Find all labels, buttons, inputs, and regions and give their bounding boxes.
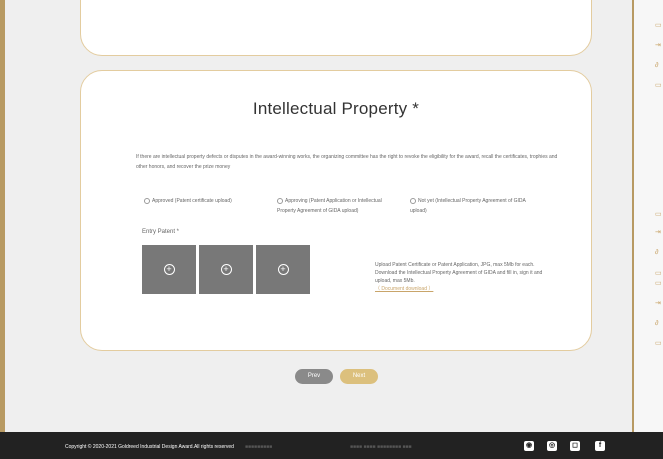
upload-box-3[interactable]: +: [256, 245, 310, 294]
rail-arrow-icon-3[interactable]: ⇥: [655, 300, 663, 308]
upload-instructions: Upload Patent Certificate or Patent Appl…: [375, 261, 545, 293]
rail-link-icon-3[interactable]: ∂: [655, 320, 663, 328]
radio-icon[interactable]: [144, 197, 150, 204]
radio-icon[interactable]: [410, 197, 416, 204]
rail-bookmark-icon-3[interactable]: ▭: [655, 280, 663, 288]
footer: Copyright © 2020-2021 Goldreed Industria…: [0, 432, 663, 459]
intellectual-property-card: Intellectual Property * If there are int…: [80, 70, 592, 351]
footer-faded-links[interactable]: ■■■■ ■■■■ ■■■■■■■■ ■■■: [350, 444, 412, 450]
entry-patent-label: Entry Patent *: [142, 229, 180, 235]
option-approving-label: Approving (Patent Application or Intelle…: [277, 198, 382, 214]
rail-arrow-icon-2[interactable]: ⇥: [655, 229, 663, 237]
rail-external-icon[interactable]: ▭: [655, 82, 663, 90]
plus-circle-icon: +: [220, 264, 232, 275]
radio-icon[interactable]: [277, 197, 283, 204]
option-not-yet[interactable]: Not yet (Intellectual Property Agreement…: [410, 196, 528, 216]
rail-arrow-icon[interactable]: ⇥: [655, 42, 663, 50]
rail-bookmark-icon-2[interactable]: ▭: [655, 211, 663, 219]
rail-bookmark-icon[interactable]: ▭: [655, 22, 663, 30]
upload-box-1[interactable]: +: [142, 245, 196, 294]
left-frame-border: [0, 0, 5, 432]
plus-circle-icon: +: [163, 264, 175, 275]
option-approving[interactable]: Approving (Patent Application or Intelle…: [277, 196, 397, 216]
upload-info-2: Download the Intellectual Property Agree…: [375, 270, 543, 284]
footer-faded-text: ■■■■■■■■■: [245, 444, 273, 450]
instagram-icon[interactable]: ◻: [570, 441, 580, 451]
rail-link-icon-2[interactable]: ∂: [655, 249, 663, 257]
facebook-icon[interactable]: f: [595, 441, 605, 451]
option-approved[interactable]: Approved (Patent certificate upload): [144, 196, 264, 206]
rail-external-icon-2[interactable]: ▭: [655, 270, 663, 278]
section-description: If there are intellectual property defec…: [136, 154, 558, 170]
previous-section-card: [80, 0, 592, 56]
weibo-icon[interactable]: ◎: [547, 441, 557, 451]
upload-info-1: Upload Patent Certificate or Patent Appl…: [375, 262, 535, 268]
next-button[interactable]: Next: [340, 369, 378, 384]
copyright-text: Copyright © 2020-2021 Goldreed Industria…: [65, 444, 234, 450]
document-download-link[interactable]: （ Document download ）: [375, 285, 545, 293]
upload-box-2[interactable]: +: [199, 245, 253, 294]
wechat-icon[interactable]: ◉: [524, 441, 534, 451]
rail-link-icon[interactable]: ∂: [655, 62, 663, 70]
section-title: Intellectual Property *: [252, 99, 420, 118]
prev-button[interactable]: Prev: [295, 369, 333, 384]
option-approved-label: Approved (Patent certificate upload): [152, 198, 232, 204]
rail-external-icon-3[interactable]: ▭: [655, 340, 663, 348]
plus-circle-icon: +: [277, 264, 289, 275]
option-not-yet-label: Not yet (Intellectual Property Agreement…: [410, 198, 526, 214]
